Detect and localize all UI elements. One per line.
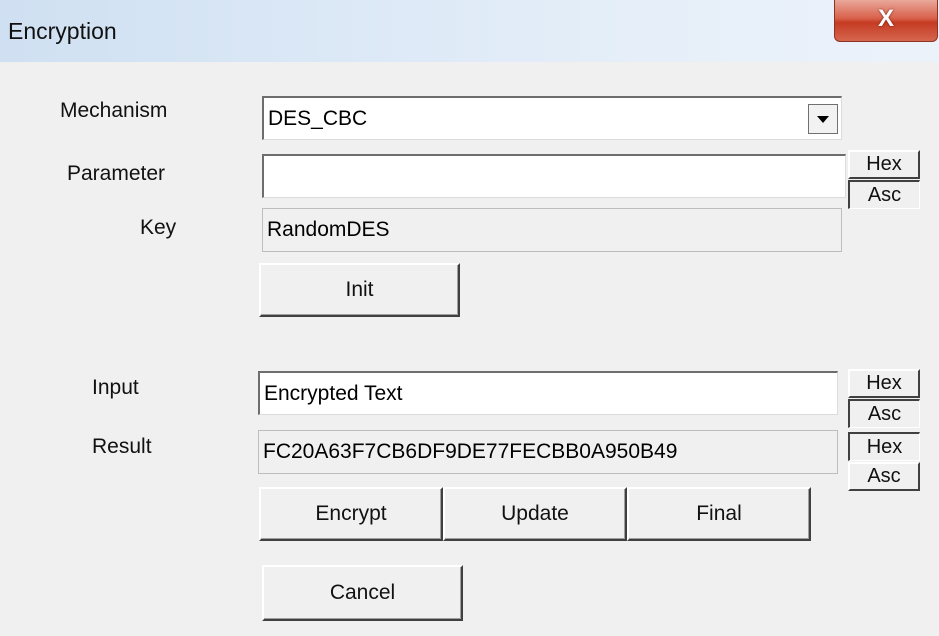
input-hex-button[interactable]: Hex xyxy=(848,369,920,398)
cancel-button[interactable]: Cancel xyxy=(262,565,463,621)
input-field[interactable]: Encrypted Text xyxy=(258,371,838,415)
close-icon: X xyxy=(877,4,894,32)
parameter-label: Parameter xyxy=(67,162,166,185)
title-bar: Encryption xyxy=(0,0,939,62)
parameter-asc-button[interactable]: Asc xyxy=(848,180,920,209)
window-title: Encryption xyxy=(8,18,117,44)
input-asc-button[interactable]: Asc xyxy=(848,399,920,428)
chevron-down-icon[interactable] xyxy=(808,104,838,134)
result-asc-button[interactable]: Asc xyxy=(848,462,920,491)
update-button[interactable]: Update xyxy=(443,487,627,541)
result-label: Result xyxy=(92,435,152,458)
result-field: FC20A63F7CB6DF9DE77FECBB0A950B49 xyxy=(258,430,838,474)
key-label: Key xyxy=(140,216,177,239)
parameter-field[interactable] xyxy=(262,154,846,198)
mechanism-value: DES_CBC xyxy=(268,107,368,130)
init-button[interactable]: Init xyxy=(259,263,460,317)
parameter-hex-button[interactable]: Hex xyxy=(848,150,920,179)
input-label: Input xyxy=(92,376,139,399)
final-button[interactable]: Final xyxy=(627,487,811,541)
mechanism-label: Mechanism xyxy=(60,99,168,122)
key-field: RandomDES xyxy=(262,208,842,252)
result-hex-button[interactable]: Hex xyxy=(848,432,920,461)
close-button[interactable]: X xyxy=(834,0,938,42)
mechanism-select[interactable]: DES_CBC xyxy=(262,96,842,140)
encrypt-button[interactable]: Encrypt xyxy=(259,487,443,541)
